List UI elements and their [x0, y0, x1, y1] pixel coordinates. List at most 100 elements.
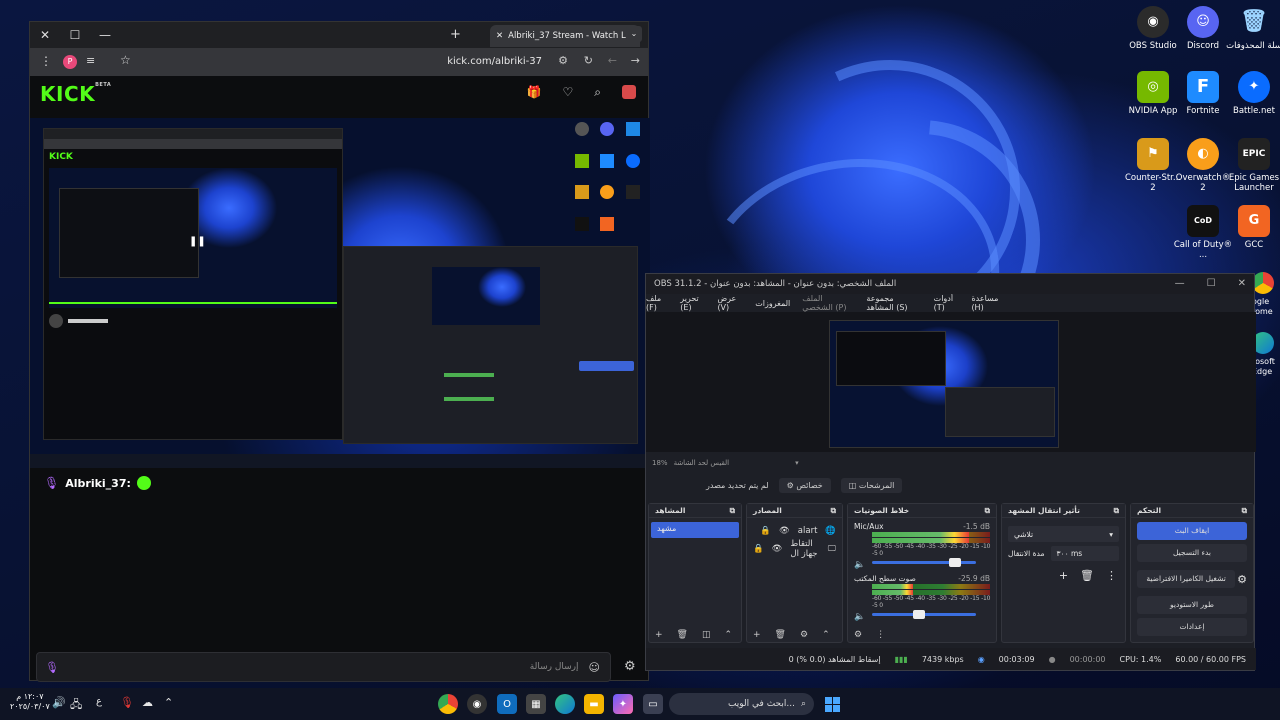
filters-button[interactable]: ◫ المرشحات [840, 477, 903, 493]
close-icon[interactable]: ✕ [30, 28, 60, 42]
trash-icon[interactable]: 🗑 [775, 630, 786, 640]
stream-video[interactable]: KICK ❚❚ [30, 118, 650, 454]
reload-icon[interactable]: ↻ [584, 54, 593, 67]
eye-icon[interactable]: 👁 [779, 526, 790, 536]
emoji-icon[interactable]: ☺ [589, 661, 600, 674]
add-icon[interactable]: + [753, 630, 761, 640]
chevron-down-icon[interactable]: ⌄ [626, 26, 642, 42]
chat-username[interactable]: Albriki_37: [65, 477, 131, 490]
start-recording-button[interactable]: بدء التسجيل [1137, 544, 1247, 562]
heart-icon[interactable]: ♡ [563, 85, 574, 100]
kick-logo[interactable]: KICKBETA [40, 82, 111, 106]
outlook-icon[interactable]: O [497, 694, 517, 714]
store-icon[interactable]: ▦ [526, 694, 546, 714]
mic-icon[interactable]: 🎙 [45, 661, 59, 674]
scene-item[interactable]: مشهد [651, 522, 739, 538]
address-bar[interactable]: kick.com/albriki-37 [447, 56, 542, 67]
network-icon[interactable]: 🖧 [70, 696, 82, 715]
menu-scene-collection[interactable]: مجموعة المشاهد (S) [866, 294, 921, 312]
zoom-dropdown-icon[interactable]: ▾ [795, 459, 799, 467]
volume-knob[interactable] [912, 610, 925, 619]
menu-edit[interactable]: تحرير (E) [680, 294, 705, 312]
menu-tools[interactable]: أدوات (T) [934, 294, 960, 312]
speaker-icon[interactable]: 🔈 [854, 612, 865, 622]
copilot-icon[interactable]: ✦ [613, 694, 633, 714]
chat-input[interactable]: إرسال رسالة ☺ 🎙 [36, 652, 611, 682]
lock-icon[interactable]: 🔒 [760, 526, 771, 536]
mic-icon[interactable]: 🎙 [120, 696, 134, 709]
menu-view[interactable]: عرض (V) [717, 294, 743, 312]
settings-button[interactable]: إعدادات [1137, 618, 1247, 636]
properties-button[interactable]: ⚙ خصائص [778, 477, 831, 493]
duration-input[interactable]: ٣٠٠ ms [1050, 546, 1119, 561]
maximize-icon[interactable]: ☐ [60, 28, 90, 42]
dock-float-icon[interactable]: ⧉ [985, 506, 990, 516]
reading-list-icon[interactable]: ≡ [86, 54, 95, 67]
dock-float-icon[interactable]: ⧉ [730, 506, 735, 516]
profile-avatar[interactable]: P [63, 55, 77, 69]
menu-help[interactable]: مساعدة (H) [971, 294, 1004, 312]
zoom-level[interactable]: 18% [652, 459, 668, 467]
taskbar-search[interactable]: ابحث في الويب... ⌕ [669, 693, 814, 715]
obs-preview[interactable] [829, 320, 1059, 448]
edge-icon[interactable] [555, 694, 575, 714]
desktop-icon-battlenet[interactable]: ✦ Battle.net [1224, 71, 1280, 117]
volume-icon[interactable]: 🔊 [52, 696, 66, 709]
minimize-icon[interactable]: — [1175, 278, 1185, 289]
maximize-icon[interactable]: ☐ [1207, 278, 1216, 289]
menu-file[interactable]: ملف (F) [646, 294, 668, 312]
trash-icon[interactable]: 🗑 [1080, 569, 1094, 582]
site-settings-icon[interactable]: ⚙ [558, 54, 568, 67]
chat-settings-icon[interactable]: ⚙ [624, 659, 636, 674]
desktop-icon-epic[interactable]: EPIC Epic Games Launcher [1224, 138, 1280, 194]
task-view-icon[interactable]: ▭ [643, 694, 663, 714]
menu-docks[interactable]: المغروزات [755, 299, 790, 308]
close-icon[interactable]: ✕ [1238, 278, 1246, 289]
add-icon[interactable]: + [1059, 569, 1068, 582]
obs-icon[interactable]: ◉ [467, 694, 487, 714]
search-icon[interactable]: ⌕ [594, 85, 601, 100]
language-indicator[interactable]: ع [96, 696, 102, 707]
file-explorer-icon[interactable]: ▬ [584, 694, 604, 714]
clock[interactable]: ١٢:٠٧ م ٢٠٢٥/٠٣/٠٧ [10, 692, 50, 713]
dock-float-icon[interactable]: ⧉ [831, 506, 836, 516]
volume-slider[interactable] [872, 558, 976, 567]
desktop-icon-gcc[interactable]: G GCC [1224, 205, 1280, 251]
source-item[interactable]: 🔒 👁 alart 🌐 [747, 522, 842, 540]
bookmark-star-icon[interactable]: ☆ [120, 53, 131, 67]
add-icon[interactable]: + [655, 630, 663, 640]
new-tab-icon[interactable]: + [450, 27, 461, 42]
mixer-settings-icon[interactable]: ⚙ [854, 630, 862, 640]
onedrive-icon[interactable]: ☁ [142, 696, 153, 709]
chevron-up-icon[interactable]: ⌃ [164, 696, 173, 709]
transition-select[interactable]: تلاشي ▾ [1008, 526, 1119, 542]
dock-float-icon[interactable]: ⧉ [1114, 506, 1119, 516]
studio-mode-button[interactable]: طور الاستوديو [1137, 596, 1247, 614]
dock-float-icon[interactable]: ⧉ [1242, 506, 1247, 516]
gift-icon[interactable]: 🎁 [527, 85, 542, 100]
lock-icon[interactable]: 🔒 [753, 544, 764, 554]
menu-dots-icon[interactable]: ⋮ [876, 630, 885, 640]
gear-icon[interactable]: ⚙ [800, 630, 808, 640]
windows-start-icon[interactable] [822, 694, 842, 714]
user-avatar[interactable] [622, 85, 636, 99]
volume-knob[interactable] [949, 558, 962, 567]
back-arrow-icon[interactable]: ← [608, 54, 617, 67]
browser-tab[interactable]: ✕ Albriki_37 Stream - Watch L K [490, 25, 640, 47]
forward-arrow-icon[interactable]: → [631, 54, 640, 67]
volume-slider[interactable] [872, 610, 976, 619]
filter-icon[interactable]: ◫ [702, 630, 711, 640]
eye-icon[interactable]: 👁 [772, 544, 783, 554]
minimize-icon[interactable]: — [90, 28, 120, 42]
desktop-icon-recycle-bin[interactable]: 🗑 سلة المحذوفات [1224, 6, 1280, 52]
trash-icon[interactable]: 🗑 [677, 630, 688, 640]
menu-dots-icon[interactable]: ⋮ [1106, 569, 1117, 582]
menu-dots-icon[interactable]: ⋮ [40, 54, 52, 68]
close-tab-icon[interactable]: ✕ [496, 31, 503, 41]
stop-streaming-button[interactable]: ايقاف البث [1137, 522, 1247, 540]
virtual-camera-button[interactable]: تشغيل الكاميرا الافتراضية [1137, 570, 1236, 588]
chevron-up-icon[interactable]: ⌃ [822, 630, 830, 640]
source-item[interactable]: 🔒 👁 التقاط جهاز ال 🖵 [747, 539, 842, 559]
chrome-icon[interactable] [438, 694, 458, 714]
menu-profile[interactable]: الملف الشخصي (P) [802, 294, 854, 312]
